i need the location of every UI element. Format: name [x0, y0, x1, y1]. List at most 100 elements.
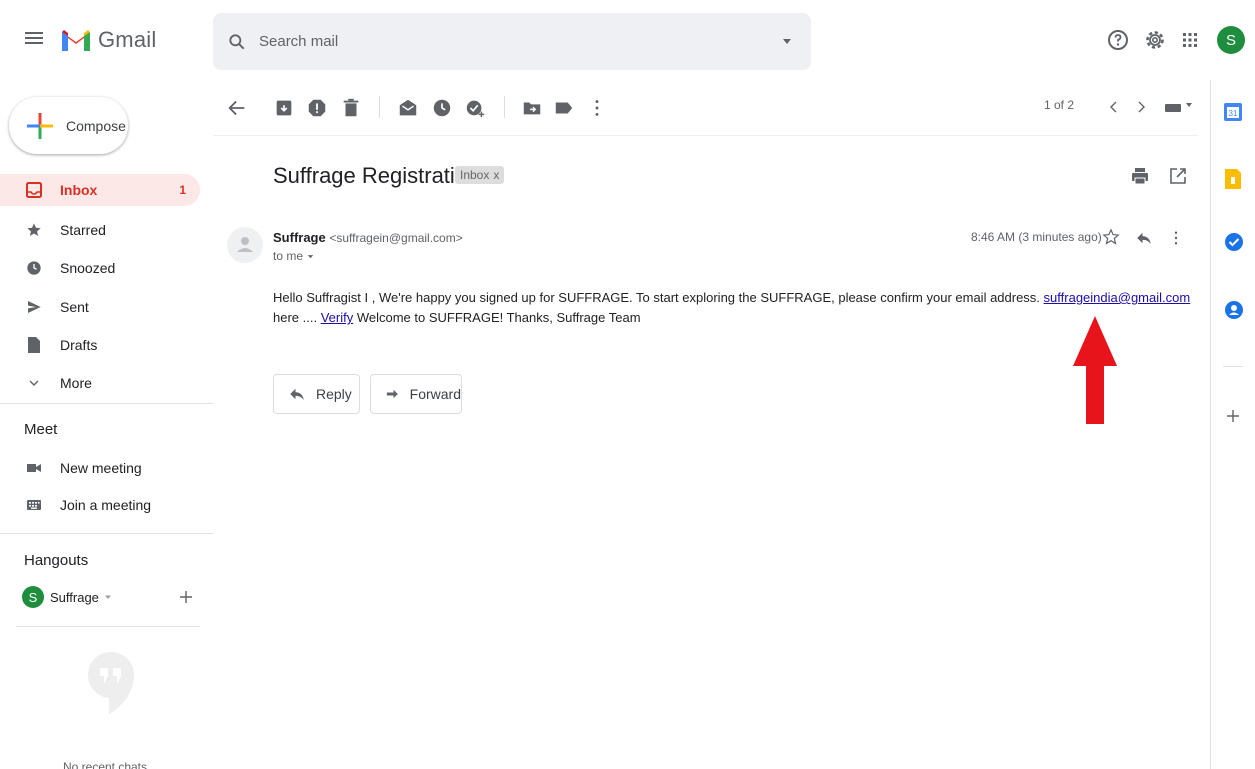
- apps-button[interactable]: [1178, 28, 1202, 52]
- search-bar[interactable]: [213, 13, 811, 70]
- nav-label: Sent: [60, 299, 89, 315]
- clock-icon: [433, 99, 451, 117]
- main-menu-button[interactable]: [22, 26, 46, 50]
- search-options-icon[interactable]: [781, 35, 793, 47]
- back-button[interactable]: [226, 97, 248, 119]
- contacts-addon[interactable]: [1224, 300, 1244, 320]
- more-options-button[interactable]: [586, 97, 608, 119]
- compose-label: Compose: [66, 117, 126, 134]
- spam-icon: [308, 99, 326, 117]
- calendar-addon[interactable]: 31: [1223, 102, 1243, 122]
- add-task-icon: [466, 100, 485, 118]
- keyboard-icon: [1165, 103, 1192, 112]
- message-more-button[interactable]: [1167, 229, 1185, 247]
- verify-link[interactable]: Verify: [321, 310, 354, 325]
- meet-new-meeting[interactable]: New meeting: [0, 452, 200, 484]
- nav-item-inbox[interactable]: Inbox 1: [0, 174, 200, 206]
- move-to-icon: [523, 102, 541, 115]
- menu-icon: [25, 32, 43, 44]
- nav-item-more[interactable]: More: [0, 367, 200, 399]
- delete-button[interactable]: [340, 97, 362, 119]
- get-addons-button[interactable]: [1225, 408, 1241, 424]
- reply-icon: [290, 388, 304, 400]
- inbox-label-chip: Inbox x: [455, 166, 505, 184]
- more-vert-icon: [595, 100, 599, 116]
- labels-button[interactable]: [553, 97, 575, 119]
- reply-button[interactable]: Reply: [273, 374, 360, 414]
- clock-icon: [27, 261, 41, 275]
- calendar-icon: 31: [1224, 103, 1242, 121]
- caret-down-icon: [104, 595, 111, 599]
- compose-button[interactable]: Compose: [9, 97, 128, 154]
- no-recent-chats-text: No recent chats: [62, 760, 148, 769]
- search-input[interactable]: [259, 33, 739, 50]
- nav-item-drafts[interactable]: Drafts: [0, 329, 200, 361]
- star-icon: [27, 223, 41, 236]
- settings-button[interactable]: [1143, 28, 1167, 52]
- archive-button[interactable]: [273, 97, 295, 119]
- draft-icon: [28, 337, 40, 353]
- open-in-new-icon: [1170, 168, 1186, 184]
- quote-bubble-icon: [88, 652, 134, 714]
- remove-label-button[interactable]: x: [493, 168, 499, 182]
- side-panel: 31: [1210, 80, 1255, 769]
- sender-line: Suffrage <suffragein@gmail.com>: [273, 230, 463, 245]
- print-button[interactable]: [1130, 166, 1150, 186]
- keep-icon: [1225, 169, 1241, 189]
- meet-join-meeting[interactable]: Join a meeting: [0, 489, 200, 521]
- hangouts-empty-illustration: [86, 650, 136, 722]
- svg-text:31: 31: [1229, 109, 1238, 118]
- nav-item-starred[interactable]: Starred: [0, 214, 200, 246]
- video-icon: [27, 464, 41, 472]
- apps-icon: [1183, 33, 1197, 47]
- hangouts-section-title: Hangouts: [24, 552, 89, 569]
- compose-plus-icon: [27, 112, 53, 139]
- email-subject: Suffrage Registration: [273, 163, 480, 188]
- send-icon: [28, 301, 41, 313]
- sender-name[interactable]: Suffrage: [273, 230, 326, 245]
- new-conversation-button[interactable]: [178, 589, 194, 605]
- snooze-button[interactable]: [431, 97, 453, 119]
- plus-icon: [180, 591, 192, 603]
- account-avatar[interactable]: S: [1217, 26, 1245, 54]
- reply-label: Reply: [316, 386, 352, 402]
- hangouts-status-selector[interactable]: S Suffrage: [22, 586, 113, 608]
- forward-button[interactable]: Forward: [370, 374, 462, 414]
- top-header: Gmail S: [0, 0, 1255, 80]
- mark-unread-button[interactable]: [397, 97, 419, 119]
- chevron-left-icon: [1110, 101, 1117, 113]
- hangouts-user-name: Suffrage: [50, 589, 99, 605]
- tasks-addon[interactable]: [1224, 232, 1244, 252]
- open-new-window-button[interactable]: [1168, 166, 1188, 186]
- recipient-details[interactable]: to me: [273, 249, 315, 263]
- nav-label: Starred: [60, 222, 106, 238]
- label-icon: [555, 102, 573, 114]
- more-vert-icon: [1174, 231, 1178, 245]
- reply-icon-button[interactable]: [1135, 229, 1153, 247]
- help-button[interactable]: [1106, 28, 1130, 52]
- keep-addon[interactable]: [1223, 168, 1243, 190]
- meet-section-title: Meet: [24, 421, 58, 438]
- search-icon[interactable]: [227, 32, 247, 52]
- older-button[interactable]: [1133, 99, 1155, 121]
- nav-divider: [0, 533, 213, 534]
- pager-text: 1 of 2: [1044, 98, 1075, 112]
- report-spam-button[interactable]: [306, 97, 328, 119]
- gmail-logo[interactable]: Gmail: [60, 20, 220, 60]
- move-to-button[interactable]: [521, 97, 543, 119]
- nav-item-sent[interactable]: Sent: [0, 291, 200, 323]
- nav-item-snoozed[interactable]: Snoozed: [0, 252, 200, 284]
- email-timestamp: 8:46 AM (3 minutes ago): [971, 230, 1102, 244]
- input-tools-button[interactable]: [1163, 99, 1197, 121]
- tasks-icon: [1225, 233, 1243, 251]
- newer-button[interactable]: [1106, 99, 1128, 121]
- email-address-link[interactable]: suffrageindia@gmail.com: [1044, 290, 1191, 305]
- toolbar-separator: [504, 96, 505, 118]
- add-to-tasks-button[interactable]: [464, 97, 486, 119]
- nav-label: Join a meeting: [60, 497, 152, 513]
- caret-down-icon: [307, 254, 314, 258]
- app-name: Gmail: [98, 27, 157, 52]
- nav-label: More: [60, 375, 92, 391]
- email-body: Hello Suffragist I , We're happy you sig…: [273, 288, 1198, 328]
- star-button[interactable]: [1102, 228, 1120, 246]
